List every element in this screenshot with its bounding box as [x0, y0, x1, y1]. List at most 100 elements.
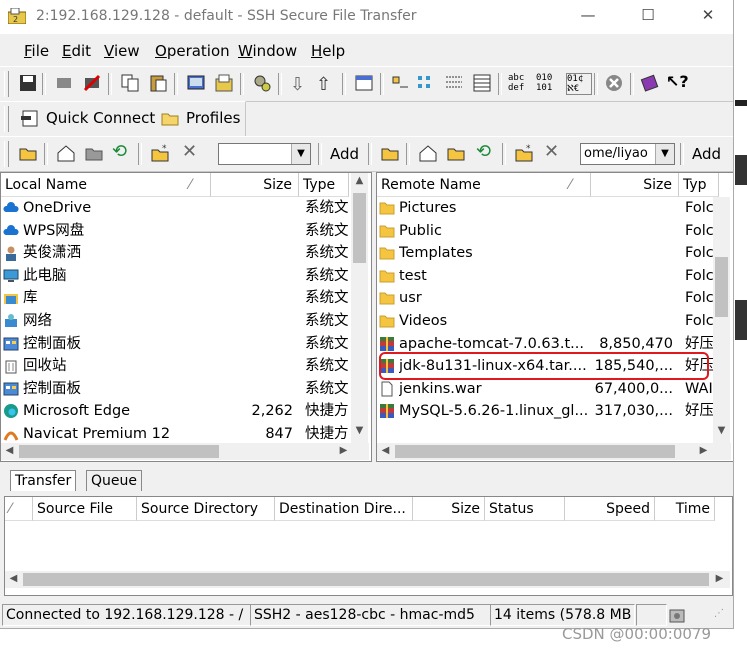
remote-horizontal-scroll-thumb[interactable]	[395, 445, 675, 458]
disconnect-icon[interactable]	[54, 73, 74, 93]
stop-icon[interactable]	[604, 73, 624, 93]
tab-transfer[interactable]: Transfer	[10, 470, 77, 491]
local-size-column-header[interactable]: Size	[211, 173, 299, 197]
local-delete-icon[interactable]: ✕	[182, 141, 202, 162]
local-row[interactable]: 控制面板 系统文	[1, 333, 371, 355]
remote-row[interactable]: usr Folc	[377, 287, 733, 309]
large-icons-view-icon[interactable]	[390, 73, 410, 93]
details-view-icon[interactable]	[472, 73, 492, 93]
chevron-down-icon[interactable]: ▼	[291, 144, 310, 164]
list-view-icon[interactable]	[444, 73, 464, 93]
ascii-mode-icon[interactable]: abc def	[508, 73, 534, 93]
local-horizontal-scroll-thumb[interactable]	[19, 445, 219, 458]
remote-row[interactable]: MySQL-5.6.26-1.linux_gl... 317,030,... 好压	[377, 400, 733, 422]
remote-row[interactable]: Templates Folc	[377, 242, 733, 264]
remote-row[interactable]: jenkins.war 67,400,0... WAI	[377, 378, 733, 400]
remote-path-combo[interactable]: ome/liyao ▼	[580, 143, 675, 165]
remote-type-column-header[interactable]: Typ	[679, 173, 719, 197]
paste-icon[interactable]	[148, 73, 168, 93]
local-row[interactable]: 库 系统文	[1, 287, 371, 309]
settings-icon[interactable]	[252, 73, 272, 93]
remote-size-column-header[interactable]: Size	[591, 173, 679, 197]
local-vertical-scroll-thumb[interactable]	[353, 193, 366, 263]
local-row[interactable]: Navicat Premium 12 847 快捷方	[1, 423, 371, 445]
menu-edit[interactable]: Edit	[62, 42, 91, 60]
quick-connect-button[interactable]: Quick Connect	[46, 109, 155, 127]
profiles-folder-icon[interactable]	[160, 108, 180, 128]
remote-row[interactable]: test Folc	[377, 265, 733, 287]
remote-up-folder-icon[interactable]	[380, 143, 400, 163]
local-file-type: 系统文	[305, 245, 349, 262]
resize-grip-icon[interactable]: ⋰	[714, 608, 724, 619]
remote-refresh-icon[interactable]: ⟲	[476, 141, 496, 162]
local-row[interactable]: 此电脑 系统文	[1, 265, 371, 287]
menu-window[interactable]: Window	[238, 42, 297, 60]
local-row[interactable]: 英俊潇洒 系统文	[1, 242, 371, 264]
remote-vertical-scroll-thumb[interactable]	[715, 257, 728, 317]
transfer-size-column-header[interactable]: Size	[413, 497, 485, 521]
small-icons-view-icon[interactable]	[416, 73, 436, 93]
tab-queue[interactable]: Queue	[86, 470, 142, 491]
remote-create-folder-icon[interactable]: *	[514, 143, 534, 163]
maximize-button[interactable]: ☐	[628, 6, 668, 28]
local-row[interactable]: 控制面板 系统文	[1, 378, 371, 400]
local-horizontal-scrollbar[interactable]: ◀ ▶	[1, 443, 369, 460]
local-refresh-icon[interactable]: ⟲	[112, 141, 132, 162]
transfer-speed-column-header[interactable]: Speed	[565, 497, 655, 521]
whats-this-help-icon[interactable]: ↖?	[666, 72, 689, 92]
transfer-horizontal-scrollbar[interactable]: ◀ ▶	[5, 571, 730, 588]
source-file-column-header[interactable]: Source File	[33, 497, 137, 521]
local-path-combo[interactable]: ▼	[218, 143, 311, 165]
auto-mode-icon[interactable]: 01¢ ℵ€	[566, 73, 592, 95]
transfer-time-column-header[interactable]: Time	[655, 497, 715, 521]
transfer-sort-column-header[interactable]: ⁄	[5, 497, 33, 521]
local-vertical-scrollbar[interactable]: ▲ ▼	[351, 173, 368, 443]
close-button[interactable]: ✕	[688, 6, 728, 28]
remote-new-folder-icon[interactable]	[446, 143, 466, 163]
cancel-transfer-icon[interactable]	[82, 73, 102, 93]
destination-directory-column-header[interactable]: Destination Dire...	[275, 497, 413, 521]
transfer-status-column-header[interactable]: Status	[485, 497, 565, 521]
menu-file[interactable]: File	[24, 42, 49, 60]
remote-vertical-scrollbar[interactable]: ▼	[713, 197, 730, 443]
new-terminal-icon[interactable]	[186, 73, 206, 93]
menu-view[interactable]: View	[104, 42, 140, 60]
remote-delete-icon[interactable]: ✕	[544, 141, 564, 162]
remote-row[interactable]: Pictures Folc	[377, 197, 733, 219]
quick-connect-icon[interactable]	[20, 108, 40, 128]
local-row[interactable]: WPS网盘 系统文	[1, 220, 371, 242]
local-new-folder-icon[interactable]	[84, 143, 104, 163]
local-home-icon[interactable]	[56, 143, 76, 163]
remote-horizontal-scrollbar[interactable]: ◀ ▶	[377, 443, 731, 460]
local-add-button[interactable]: Add	[330, 145, 359, 163]
minimize-button[interactable]: —	[568, 6, 608, 28]
local-name-column-header[interactable]: Local Name ⁄	[1, 173, 211, 197]
local-row[interactable]: 网络 系统文	[1, 310, 371, 332]
chevron-down-icon[interactable]: ▼	[655, 144, 674, 164]
local-row[interactable]: 回收站 系统文	[1, 355, 371, 377]
profiles-button[interactable]: Profiles	[186, 109, 240, 127]
local-row[interactable]: Microsoft Edge 2,262 快捷方	[1, 400, 371, 422]
remote-add-button[interactable]: Add	[692, 145, 721, 163]
refresh-view-icon[interactable]	[354, 73, 374, 93]
toolbar-grip[interactable]	[4, 71, 9, 97]
upload-arrow-icon[interactable]: ⇧	[316, 74, 336, 95]
local-create-folder-icon[interactable]: *	[150, 143, 170, 163]
remote-row[interactable]: Videos Folc	[377, 310, 733, 332]
remote-row[interactable]: Public Folc	[377, 220, 733, 242]
remote-name-column-header[interactable]: Remote Name ⁄	[377, 173, 591, 197]
local-up-folder-icon[interactable]	[18, 143, 38, 163]
download-arrow-icon[interactable]: ⇩	[290, 74, 310, 95]
source-directory-column-header[interactable]: Source Directory	[137, 497, 275, 521]
new-file-transfer-icon[interactable]	[214, 73, 234, 93]
menu-help[interactable]: Help	[311, 42, 345, 60]
save-icon[interactable]	[18, 73, 38, 93]
local-row[interactable]: OneDrive 系统文	[1, 197, 371, 219]
copy-icon[interactable]	[120, 73, 140, 93]
menu-operation[interactable]: Operation	[155, 42, 230, 60]
local-type-column-header[interactable]: Type	[299, 173, 349, 197]
transfer-horizontal-scroll-thumb[interactable]	[23, 573, 709, 586]
binary-mode-icon[interactable]: 010 101	[536, 73, 562, 93]
remote-home-icon[interactable]	[418, 143, 438, 163]
help-book-icon[interactable]	[640, 73, 660, 93]
